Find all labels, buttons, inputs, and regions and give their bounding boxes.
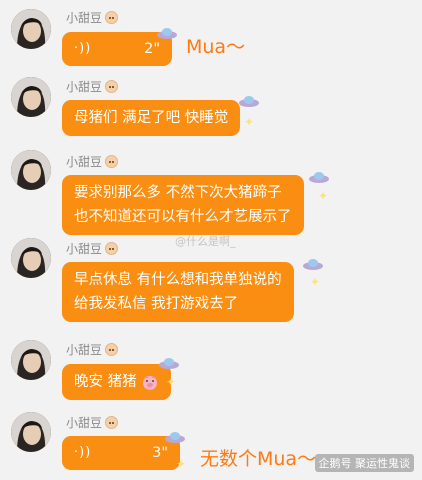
sound-wave-icon: ·)) [74, 445, 92, 460]
message-text: 母猪们 满足了吧 快睡觉 [74, 110, 229, 126]
avatar[interactable] [11, 150, 51, 190]
message-text-line: 给我发私信 我打游戏去了 [74, 296, 239, 312]
baby-face-icon [105, 415, 119, 429]
baby-face-icon [105, 342, 119, 356]
avatar[interactable] [11, 77, 51, 117]
baby-face-icon [105, 10, 119, 24]
baby-face-icon [105, 241, 119, 255]
avatar[interactable] [11, 9, 51, 49]
sender-name: 小甜豆 [66, 414, 119, 430]
ufo-sticker-icon [303, 259, 323, 270]
sender-name: 小甜豆 [66, 153, 119, 169]
message-text: 晚安 猪猪 [74, 374, 137, 390]
sender-name: 小甜豆 [66, 78, 119, 94]
sparkle-icon: ✦ [310, 275, 321, 289]
baby-face-icon [105, 79, 119, 93]
pig-face-icon [142, 375, 157, 390]
source-watermark: 企鹅号 聚运性鬼谈 [314, 454, 414, 472]
sound-wave-icon: ·)) [74, 41, 92, 56]
ufo-sticker-icon [159, 358, 179, 369]
ufo-sticker-icon [157, 28, 177, 39]
voice-annotation: Mua～ [186, 36, 246, 58]
sparkle-icon: ✦ [166, 375, 177, 389]
weibo-watermark: @什么是啊_ [175, 235, 236, 248]
message-text-line: 也不知道还可以有什么才艺展示了 [74, 209, 292, 225]
text-message-bubble[interactable]: 早点休息 有什么想和我单独说的 给我发私信 我打游戏去了 [62, 262, 294, 322]
message-text-line: 早点休息 有什么想和我单独说的 [74, 272, 282, 288]
sparkle-icon: ✦ [318, 189, 329, 203]
voice-duration: 3" [152, 445, 168, 461]
ufo-sticker-icon [239, 96, 259, 107]
avatar[interactable] [11, 340, 51, 380]
avatar[interactable] [11, 412, 51, 452]
sender-name: 小甜豆 [66, 240, 119, 256]
ufo-sticker-icon [309, 172, 329, 183]
avatar[interactable] [11, 238, 51, 278]
sender-name: 小甜豆 [66, 9, 119, 25]
text-message-bubble[interactable]: 要求别那么多 不然下次大猪蹄子 也不知道还可以有什么才艺展示了 [62, 175, 304, 235]
ufo-sticker-icon [165, 432, 185, 443]
voice-annotation: 无数个Mua～ [200, 448, 317, 470]
sender-name: 小甜豆 [66, 341, 119, 357]
sparkle-icon: ✦ [176, 457, 187, 471]
sparkle-icon: ✦ [244, 115, 255, 129]
message-text-line: 要求别那么多 不然下次大猪蹄子 [74, 185, 282, 201]
text-message-bubble[interactable]: 晚安 猪猪 [62, 364, 171, 400]
voice-message-bubble[interactable]: ·)) 3" [62, 436, 180, 470]
baby-face-icon [105, 154, 119, 168]
text-message-bubble[interactable]: 母猪们 满足了吧 快睡觉 [62, 100, 241, 136]
voice-duration: 2" [144, 41, 160, 57]
